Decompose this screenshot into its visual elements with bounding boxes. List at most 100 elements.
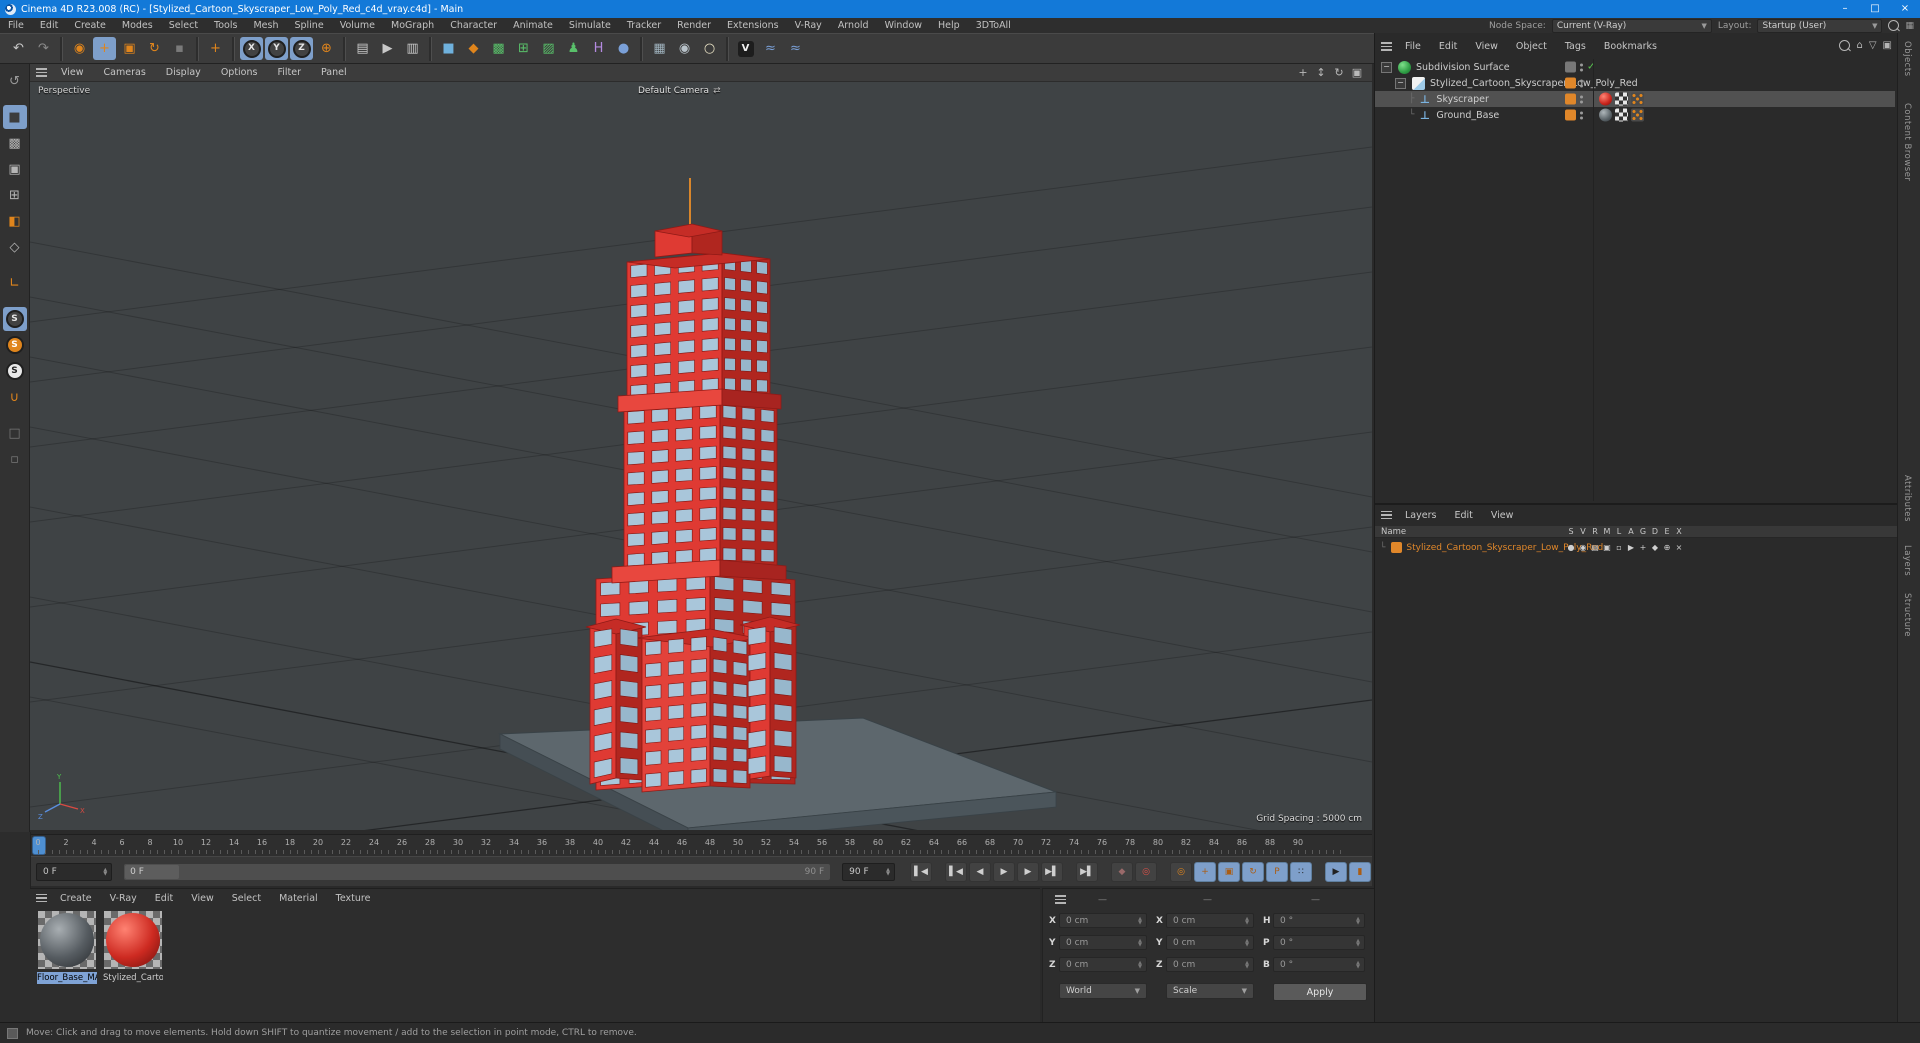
material-thumbnail[interactable] bbox=[104, 911, 162, 969]
goto-end-button[interactable]: ▶▌ bbox=[1076, 861, 1098, 882]
minimize-button[interactable]: – bbox=[1830, 0, 1860, 18]
menu-item[interactable]: Animate bbox=[505, 18, 561, 33]
snap-enable-button[interactable]: S bbox=[2, 307, 27, 331]
coordinate-system-button[interactable]: ⊕ bbox=[315, 37, 338, 60]
material-menu-item[interactable]: Create bbox=[51, 893, 101, 904]
panel-menu-icon[interactable] bbox=[36, 68, 47, 77]
view-toggle-icon[interactable]: ◉ bbox=[1577, 543, 1589, 552]
last-tool-button[interactable]: ▪ bbox=[168, 37, 191, 60]
tab-content-browser[interactable]: Content Browser bbox=[1902, 103, 1912, 181]
keyframe-selection-button[interactable]: ◎ bbox=[1170, 861, 1192, 882]
separator[interactable] bbox=[726, 36, 729, 61]
menu-item[interactable]: Simulate bbox=[561, 18, 619, 33]
rot-h-field[interactable]: 0 ° ▲ ▼ bbox=[1273, 913, 1365, 928]
record-rotation-toggle[interactable]: ↻ bbox=[1242, 861, 1264, 882]
search-icon[interactable] bbox=[1839, 40, 1851, 51]
axis-modifier-tool[interactable]: + bbox=[204, 37, 227, 60]
current-frame-field[interactable]: 0 F ▲ ▼ bbox=[36, 862, 113, 881]
material-name[interactable]: Floor_Base_MAT bbox=[37, 972, 97, 984]
texture-mode-button[interactable]: ▩ bbox=[3, 131, 27, 155]
workplane-mode-button[interactable]: ▣ bbox=[3, 157, 27, 181]
redo-button[interactable]: ↷ bbox=[32, 37, 55, 60]
render-view-button[interactable]: ▤ bbox=[351, 37, 374, 60]
deformer-button[interactable]: ▨ bbox=[537, 37, 560, 60]
layer-color-chip[interactable] bbox=[1391, 542, 1403, 553]
record-position-toggle[interactable]: + bbox=[1194, 861, 1216, 882]
panel-men0u-icon[interactable] bbox=[36, 893, 47, 903]
material-item[interactable]: Floor_Base_MAT bbox=[36, 911, 98, 984]
separator[interactable] bbox=[232, 36, 235, 61]
material-menu-item[interactable]: V-Ray bbox=[101, 893, 146, 904]
menu-item[interactable]: V-Ray bbox=[787, 18, 830, 33]
viewport-menu-item[interactable]: Options bbox=[211, 67, 268, 78]
deformers-toggle-icon[interactable]: ◆ bbox=[1649, 543, 1661, 552]
material-item[interactable]: Stylized_Cartoon_ bbox=[102, 911, 164, 984]
viewport-menu-item[interactable]: Filter bbox=[267, 67, 311, 78]
frame-range-slider[interactable]: 0 F 90 F bbox=[124, 863, 831, 880]
panel-menu-icon[interactable] bbox=[1055, 895, 1066, 904]
material-menu-item[interactable]: Material bbox=[270, 893, 327, 904]
separator[interactable] bbox=[343, 36, 346, 61]
move-tool[interactable]: + bbox=[93, 37, 116, 60]
solo-toggle-icon[interactable]: ● bbox=[1565, 543, 1577, 552]
menu-item[interactable]: Extensions bbox=[719, 18, 787, 33]
menu-item[interactable]: MoGraph bbox=[383, 18, 442, 33]
separator[interactable] bbox=[429, 36, 432, 61]
tab-attributes[interactable]: Attributes bbox=[1902, 475, 1912, 522]
viewport-menu-item[interactable]: View bbox=[51, 67, 94, 78]
layer-chip[interactable] bbox=[1565, 61, 1576, 73]
object-row-subdivision-surface[interactable]: − Subdivision Surface ✓ bbox=[1375, 59, 1895, 75]
layer-manager-menu-item[interactable]: View bbox=[1482, 510, 1523, 521]
array-generator-button[interactable]: ⊞ bbox=[512, 37, 535, 60]
vray-button[interactable]: V bbox=[734, 37, 757, 60]
separator[interactable] bbox=[640, 36, 643, 61]
rot-b-field[interactable]: 0 ° ▲ ▼ bbox=[1273, 957, 1365, 972]
object-manager-menu-item[interactable]: Edit bbox=[1430, 41, 1466, 52]
viewport-rotate-icon[interactable]: ↻ bbox=[1332, 66, 1346, 79]
spinner-icon[interactable]: ▲ ▼ bbox=[880, 867, 890, 876]
separator[interactable] bbox=[196, 36, 199, 61]
render-settings-button[interactable]: ▥ bbox=[401, 37, 424, 60]
coordinate-mode-dropdown[interactable]: World ▼ bbox=[1059, 983, 1147, 999]
material-menu-item[interactable]: Select bbox=[223, 893, 270, 904]
layer-chip[interactable] bbox=[1565, 77, 1576, 89]
spline-helper-button[interactable]: H bbox=[587, 37, 610, 60]
script-button-1[interactable]: ≈ bbox=[759, 37, 782, 60]
spline-pen-button[interactable]: ◆ bbox=[462, 37, 485, 60]
skyscraper-model[interactable] bbox=[585, 178, 801, 793]
viewport-menu-item[interactable]: Cameras bbox=[94, 67, 156, 78]
floor-button[interactable]: ▦ bbox=[648, 37, 671, 60]
undo-button[interactable]: ↶ bbox=[7, 37, 30, 60]
visibility-dots-icon[interactable] bbox=[1580, 63, 1583, 71]
expander-icon[interactable]: − bbox=[1381, 61, 1392, 73]
material-menu-item[interactable]: Edit bbox=[146, 893, 182, 904]
enable-axis-button[interactable]: ∟ bbox=[3, 271, 27, 295]
menu-item[interactable]: Volume bbox=[332, 18, 383, 33]
viewport-menu-item[interactable]: Display bbox=[156, 67, 211, 78]
prev-frame-button[interactable]: ◀ bbox=[969, 861, 991, 882]
size-mode-dropdown[interactable]: Scale ▼ bbox=[1166, 983, 1254, 999]
subdivision-surface-button[interactable]: ▩ bbox=[487, 37, 510, 60]
xref-toggle-icon[interactable]: × bbox=[1673, 543, 1685, 552]
menu-item[interactable]: 3DToAll bbox=[968, 18, 1019, 33]
lock-toggle-icon[interactable]: ▫ bbox=[1613, 543, 1625, 552]
viewport-toggle-icon[interactable]: ▣ bbox=[1350, 66, 1364, 79]
next-key-button[interactable]: ▶▌ bbox=[1041, 861, 1063, 882]
generators-toggle-icon[interactable]: + bbox=[1637, 543, 1649, 552]
object-manager-menu-item[interactable]: View bbox=[1466, 41, 1507, 52]
visibility-dots-icon[interactable] bbox=[1580, 111, 1583, 119]
rotate-tool[interactable]: ↻ bbox=[143, 37, 166, 60]
object-row-ground-base[interactable]: └ ⊥ Ground_Base bbox=[1375, 107, 1895, 123]
material-menu-item[interactable]: Texture bbox=[327, 893, 380, 904]
uvw-tag-icon[interactable] bbox=[1615, 108, 1628, 122]
material-thumbnail[interactable] bbox=[38, 911, 96, 969]
interface-palette-icon[interactable]: ▦ bbox=[1905, 21, 1914, 31]
phong-tag-icon[interactable] bbox=[1631, 108, 1644, 122]
size-z-field[interactable]: 0 cm ▲ ▼ bbox=[1166, 957, 1254, 972]
viewport-canvas[interactable]: Y X Z bbox=[30, 82, 1372, 830]
tab-layers[interactable]: Layers bbox=[1902, 545, 1912, 576]
home-icon[interactable]: ⌂ bbox=[1856, 40, 1862, 51]
add-primitive-button[interactable]: ■ bbox=[437, 37, 460, 60]
expander-icon[interactable]: − bbox=[1395, 77, 1406, 89]
visibility-dots-icon[interactable] bbox=[1580, 79, 1583, 87]
